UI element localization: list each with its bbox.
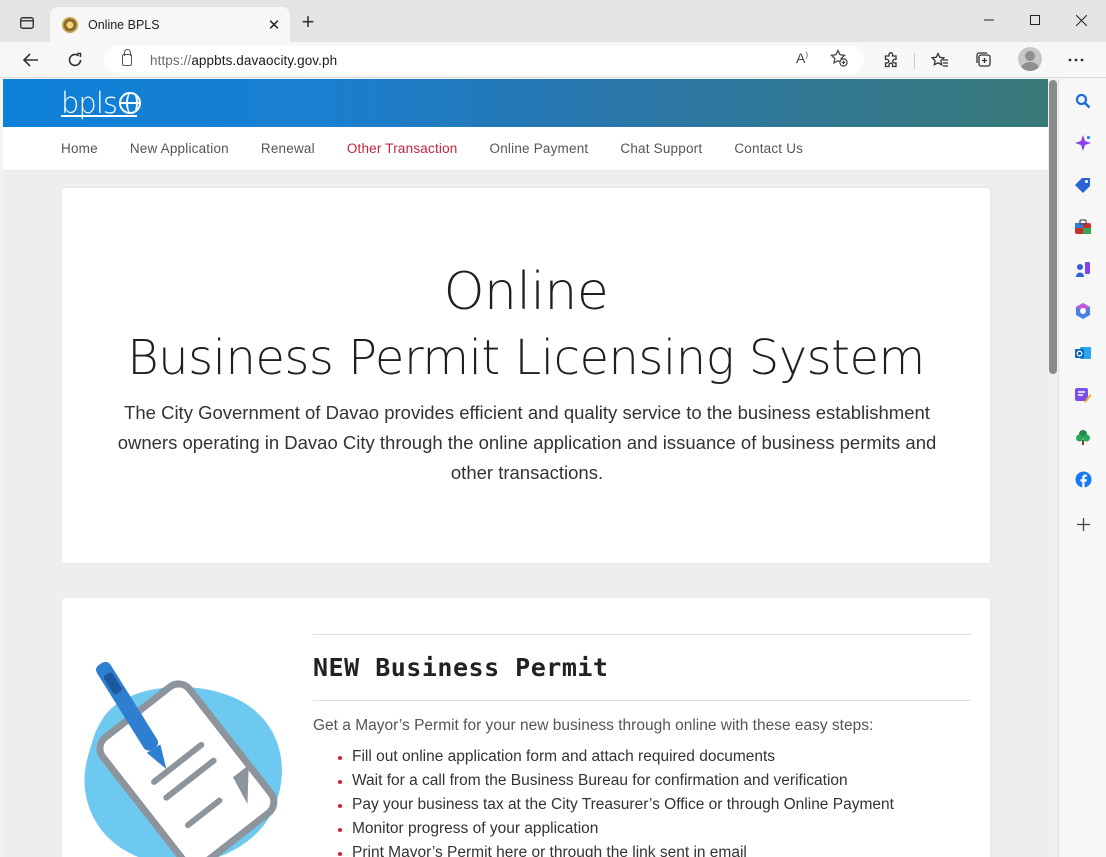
address-toolbar: https://appbts.davaocity.gov.ph A) [0, 42, 1106, 78]
nav-contact-us[interactable]: Contact Us [734, 141, 803, 156]
nav-renewal[interactable]: Renewal [261, 141, 315, 156]
toolbar-divider [914, 53, 915, 69]
page-viewport: bpls Home New Application Renewal Other … [3, 79, 1048, 857]
tools-icon[interactable] [1073, 217, 1093, 237]
games-icon[interactable] [1073, 259, 1093, 279]
new-permit-card: NEW Business Permit Get a Mayor’s Permit… [61, 597, 991, 857]
refresh-icon[interactable] [60, 46, 90, 74]
url-host: appbts.davaocity.gov.ph [191, 52, 338, 68]
add-favorite-icon[interactable] [830, 48, 848, 70]
nav-other-transaction[interactable]: Other Transaction [347, 141, 458, 156]
site-favicon-icon [62, 16, 78, 33]
window-close-icon[interactable] [1058, 6, 1104, 34]
hero-title-line1: Online [443, 262, 609, 322]
permit-step: Wait for a call from the Business Bureau… [338, 771, 894, 795]
collections-icon[interactable] [971, 49, 997, 71]
new-tab-icon[interactable]: + [296, 9, 320, 34]
read-aloud-icon[interactable]: A) [796, 50, 808, 66]
maximize-icon[interactable] [1012, 6, 1058, 34]
microsoft365-icon[interactable] [1073, 301, 1093, 321]
search-icon[interactable] [1073, 91, 1093, 111]
shopping-icon[interactable] [1073, 175, 1093, 195]
permit-step: Fill out online application form and att… [338, 747, 894, 771]
profile-icon[interactable] [1018, 47, 1042, 71]
copilot-icon[interactable] [1073, 133, 1093, 153]
globe-icon [118, 92, 141, 114]
browser-tab[interactable]: Online BPLS ✕ [50, 7, 290, 42]
url-protocol: https:// [150, 52, 192, 68]
extensions-icon[interactable] [878, 49, 904, 71]
designer-icon[interactable] [1073, 385, 1093, 405]
browser-tab-bar: Online BPLS ✕ + [0, 0, 1106, 42]
permit-step: Print Mayor’s Permit here or through the… [338, 843, 894, 857]
facebook-icon[interactable] [1073, 469, 1093, 489]
minimize-icon[interactable] [966, 6, 1012, 34]
permit-intro: Get a Mayor’s Permit for your new busine… [313, 717, 874, 734]
site-nav: Home New Application Renewal Other Trans… [3, 127, 1048, 171]
logo-underline [61, 115, 137, 117]
favorites-icon[interactable] [927, 49, 953, 71]
permit-divider-top [313, 634, 971, 635]
edge-sidebar [1058, 79, 1106, 857]
add-icon[interactable] [1073, 514, 1093, 534]
outlook-icon[interactable] [1073, 343, 1093, 363]
more-icon[interactable] [1063, 49, 1089, 71]
nav-home[interactable]: Home [61, 141, 98, 156]
read-aloud-label: A [796, 50, 806, 66]
url-input[interactable]: https://appbts.davaocity.gov.ph A) [104, 45, 864, 75]
hero-description: The City Government of Davao provides ef… [117, 402, 937, 483]
permit-title: NEW Business Permit [313, 653, 609, 682]
permit-divider-bottom [313, 700, 971, 701]
close-icon[interactable]: ✕ [260, 11, 288, 39]
back-icon[interactable] [16, 46, 46, 74]
tree-icon[interactable] [1073, 427, 1093, 447]
permit-step: Pay your business tax at the City Treasu… [338, 795, 894, 819]
tab-title: Online BPLS [88, 17, 160, 32]
hero-card: Online Business Permit Licensing System … [61, 187, 991, 564]
permit-document-illustration [84, 661, 282, 857]
tab-actions-icon[interactable] [14, 12, 40, 34]
nav-online-payment[interactable]: Online Payment [490, 141, 589, 156]
lock-icon[interactable] [122, 49, 132, 66]
nav-new-application[interactable]: New Application [130, 141, 229, 156]
nav-chat-support[interactable]: Chat Support [620, 141, 702, 156]
permit-step: Monitor progress of your application [338, 819, 894, 843]
page-scrollbar-thumb[interactable] [1049, 80, 1057, 374]
permit-steps-list: Fill out online application form and att… [338, 747, 894, 857]
hero-title-line2: Business Permit Licensing System [127, 330, 925, 386]
site-header: bpls [3, 79, 1048, 127]
